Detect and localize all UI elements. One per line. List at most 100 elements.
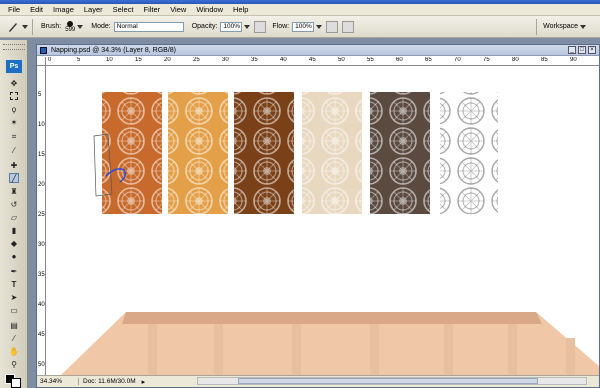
photoshop-logo[interactable]: Ps — [6, 60, 22, 73]
magic-wand-tool-icon[interactable]: ✶ — [9, 117, 19, 127]
ruler-label: 5 — [38, 92, 42, 98]
menu-window[interactable]: Window — [191, 4, 228, 16]
brush-dropdown-icon[interactable] — [77, 24, 84, 29]
ruler-label: 5 — [77, 57, 81, 63]
pattern-panel-orange[interactable] — [102, 92, 162, 214]
menu-view[interactable]: View — [165, 4, 191, 16]
marquee-tool-icon[interactable] — [9, 91, 19, 101]
menu-layer[interactable]: Layer — [79, 4, 108, 16]
toolbox-grip[interactable] — [3, 44, 25, 50]
notes-tool-icon[interactable]: ▤ — [9, 320, 19, 330]
pattern-panel-outline[interactable] — [440, 92, 498, 214]
brush-tool-icon[interactable] — [6, 20, 20, 34]
options-bar: Brush: 599 Mode: Normal Opacity: 100% Fl… — [0, 16, 600, 38]
blur-tool-icon[interactable]: ◆ — [9, 238, 19, 248]
scrollbar-thumb[interactable] — [238, 378, 538, 384]
history-brush-tool-icon[interactable]: ↺ — [9, 199, 19, 209]
ruler-label: 20 — [38, 182, 45, 188]
document-size-info[interactable]: Doc: 11.6M/30.0M — [78, 378, 136, 385]
zoom-tool-icon[interactable]: ⚲ — [9, 359, 19, 369]
document-title: Napping.psd @ 34.3% (Layer 8, RGB/8) — [51, 46, 177, 54]
ruler-label: 40 — [38, 302, 45, 308]
ruler-label: 75 — [483, 57, 490, 63]
ruler-label: 25 — [193, 57, 200, 63]
tool-preset-dropdown-icon[interactable] — [22, 24, 28, 29]
menu-file[interactable]: File — [3, 4, 25, 16]
ruler-label: 70 — [454, 57, 461, 63]
horizontal-scrollbar[interactable] — [197, 377, 587, 385]
move-tool-icon[interactable]: ✥ — [9, 78, 19, 88]
ruler-label: 50 — [38, 362, 45, 368]
pattern-panel-amber[interactable] — [168, 92, 228, 214]
ruler-label: 40 — [280, 57, 287, 63]
menu-select[interactable]: Select — [108, 4, 139, 16]
eyedropper-tool-icon[interactable]: ⁄ — [9, 333, 19, 343]
airbrush-icon[interactable] — [254, 20, 267, 33]
ruler-label: 35 — [251, 57, 258, 63]
ruler-label: 50 — [338, 57, 345, 63]
flow-dropdown-icon[interactable] — [316, 24, 323, 29]
ruler-label: 25 — [38, 212, 45, 218]
lasso-tool-icon[interactable]: ϙ — [9, 104, 19, 114]
workspace-dropdown-icon[interactable] — [580, 24, 586, 29]
menu-help[interactable]: Help — [228, 4, 253, 16]
healing-brush-tool-icon[interactable]: ✚ — [9, 160, 19, 170]
opacity-label: Opacity: — [191, 23, 218, 30]
background-color-swatch[interactable] — [11, 378, 21, 388]
workspace-button[interactable]: Workspace — [543, 23, 578, 30]
tablet-pressure-icon[interactable] — [342, 20, 355, 33]
airbrush-toggle-icon[interactable] — [326, 20, 339, 33]
flow-field[interactable]: 100% — [292, 21, 315, 32]
pattern-panel-brown[interactable] — [234, 92, 294, 214]
ruler-label: 45 — [38, 332, 45, 338]
ruler-label: 0 — [48, 57, 52, 63]
pattern-panel-gray[interactable] — [370, 92, 430, 214]
document-title-bar[interactable]: Napping.psd @ 34.3% (Layer 8, RGB/8) _ □… — [37, 45, 599, 56]
ruler-label: 10 — [106, 57, 113, 63]
vertical-ruler[interactable]: 5 10 15 20 25 30 35 40 45 50 — [37, 66, 46, 376]
status-bar: 34.34% Doc: 11.6M/30.0M ▸ — [37, 375, 599, 387]
close-icon[interactable]: × — [588, 46, 596, 54]
ruler-label: 30 — [38, 242, 45, 248]
horizontal-ruler[interactable]: 0 5 10 15 20 25 30 35 40 45 50 55 60 65 … — [46, 57, 599, 66]
brush-preset-picker[interactable]: 599 — [65, 20, 75, 33]
separator — [32, 18, 33, 35]
maximize-icon[interactable]: □ — [578, 46, 586, 54]
hand-tool-icon[interactable]: ✋ — [9, 346, 19, 356]
menu-image[interactable]: Image — [48, 4, 79, 16]
type-tool-icon[interactable]: T — [9, 279, 19, 289]
flow-label: Flow: — [272, 23, 290, 30]
ruler-origin[interactable] — [37, 57, 46, 66]
brush-tool-icon[interactable]: ╱ — [9, 173, 19, 183]
ruler-label: 15 — [38, 152, 45, 158]
canvas[interactable] — [46, 66, 599, 376]
ruler-label: 10 — [38, 122, 45, 128]
opacity-field[interactable]: 100% — [220, 21, 243, 32]
eraser-tool-icon[interactable]: ▱ — [9, 212, 19, 222]
mode-label: Mode: — [91, 23, 111, 30]
clone-stamp-tool-icon[interactable]: ♜ — [9, 186, 19, 196]
tools-panel: Ps ✥ ϙ ✶ ⌗ ⁄ ✚ ╱ ♜ ↺ ▱ ▮ ◆ ● ✒ T ➤ ▭ ▤ ⁄… — [0, 40, 28, 388]
slice-tool-icon[interactable]: ⁄ — [9, 145, 19, 155]
crib-rail-image[interactable] — [60, 312, 599, 376]
dodge-tool-icon[interactable]: ● — [9, 251, 19, 261]
opacity-dropdown-icon[interactable] — [244, 24, 251, 29]
ruler-label: 85 — [541, 57, 548, 63]
pen-tool-icon[interactable]: ✒ — [9, 266, 19, 276]
shape-tool-icon[interactable]: ▭ — [9, 305, 19, 315]
path-selection-tool-icon[interactable]: ➤ — [9, 292, 19, 302]
ruler-label: 55 — [367, 57, 374, 63]
separator — [536, 18, 538, 35]
minimize-icon[interactable]: _ — [568, 46, 576, 54]
pattern-panel-cream[interactable] — [302, 92, 362, 214]
crop-tool-icon[interactable]: ⌗ — [9, 132, 19, 142]
menu-filter[interactable]: Filter — [139, 4, 166, 16]
zoom-level[interactable]: 34.34% — [40, 378, 64, 385]
ruler-label: 45 — [309, 57, 316, 63]
gradient-tool-icon[interactable]: ▮ — [9, 225, 19, 235]
ruler-label: 35 — [38, 272, 45, 278]
menu-bar: File Edit Image Layer Select Filter View… — [0, 4, 600, 16]
status-menu-arrow-icon[interactable]: ▸ — [142, 378, 146, 386]
mode-select[interactable]: Normal — [113, 21, 184, 32]
menu-edit[interactable]: Edit — [25, 4, 48, 16]
